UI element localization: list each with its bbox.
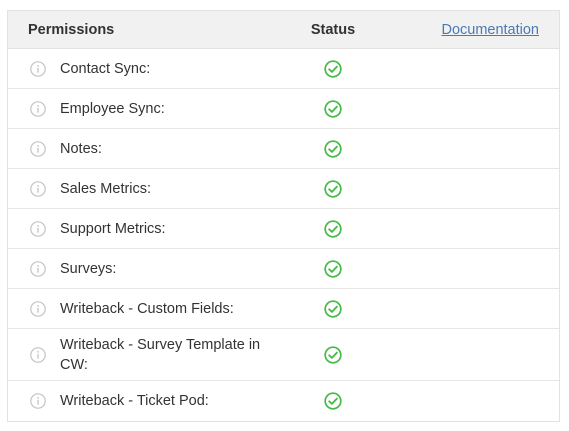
table-row: Sales Metrics: [8, 169, 559, 209]
info-icon[interactable] [30, 100, 46, 117]
status-cell [288, 392, 378, 410]
check-circle-icon [324, 345, 342, 364]
check-circle-icon [324, 99, 342, 118]
table-row: Employee Sync: [8, 89, 559, 129]
status-cell [288, 139, 378, 158]
info-icon[interactable] [30, 300, 46, 317]
info-icon[interactable] [30, 393, 46, 409]
permission-cell: Support Metrics: [8, 219, 288, 239]
permission-label: Writeback - Custom Fields: [60, 300, 234, 317]
check-circle-icon [324, 59, 342, 78]
status-cell [288, 179, 378, 198]
check-circle-icon [324, 299, 342, 318]
check-circle-icon [324, 219, 342, 238]
permission-label: Writeback - Survey Template in CW: [60, 336, 261, 373]
status-cell [288, 219, 378, 238]
permission-cell: Writeback - Survey Template in CW: [8, 335, 288, 375]
info-icon[interactable] [30, 140, 46, 157]
permission-label: Sales Metrics: [60, 180, 152, 197]
info-icon[interactable] [30, 260, 46, 277]
permission-label: Surveys: [60, 260, 117, 277]
permission-cell: Writeback - Custom Fields: [8, 299, 288, 319]
info-icon[interactable] [30, 220, 46, 237]
status-column-header: Status [310, 21, 356, 38]
permission-cell: Writeback - Ticket Pod: [8, 391, 288, 411]
table-row: Support Metrics: [8, 209, 559, 249]
table-row: Contact Sync: [8, 49, 559, 89]
table-row: Writeback - Ticket Pod: [8, 381, 559, 421]
permission-label: Writeback - Ticket Pod: [60, 393, 209, 409]
table-row: Writeback - Survey Template in CW: [8, 329, 559, 381]
status-cell [288, 259, 378, 278]
permission-cell: Contact Sync: [8, 59, 288, 79]
permission-cell: Employee Sync: [8, 99, 288, 119]
info-icon[interactable] [30, 180, 46, 197]
status-cell [288, 99, 378, 118]
table-row: Notes: [8, 129, 559, 169]
table-row: Writeback - Custom Fields: [8, 289, 559, 329]
info-icon[interactable] [30, 346, 46, 363]
table-row: Surveys: [8, 249, 559, 289]
info-icon[interactable] [30, 60, 46, 77]
check-circle-icon [324, 392, 342, 410]
status-cell [288, 345, 378, 364]
permissions-column-header: Permissions [28, 21, 115, 38]
documentation-link[interactable]: Documentation [378, 22, 559, 38]
permission-cell: Sales Metrics: [8, 179, 288, 199]
permissions-table: Permissions Status Documentation Contact… [7, 10, 560, 422]
status-cell [288, 299, 378, 318]
permission-label: Notes: [60, 140, 102, 157]
check-circle-icon [324, 139, 342, 158]
check-circle-icon [324, 259, 342, 278]
table-header: Permissions Status Documentation [8, 11, 559, 49]
check-circle-icon [324, 179, 342, 198]
permission-cell: Notes: [8, 139, 288, 159]
permission-label: Employee Sync: [60, 100, 165, 117]
permission-cell: Surveys: [8, 259, 288, 279]
permission-label: Support Metrics: [60, 220, 166, 237]
permission-label: Contact Sync: [60, 60, 151, 77]
status-cell [288, 59, 378, 78]
